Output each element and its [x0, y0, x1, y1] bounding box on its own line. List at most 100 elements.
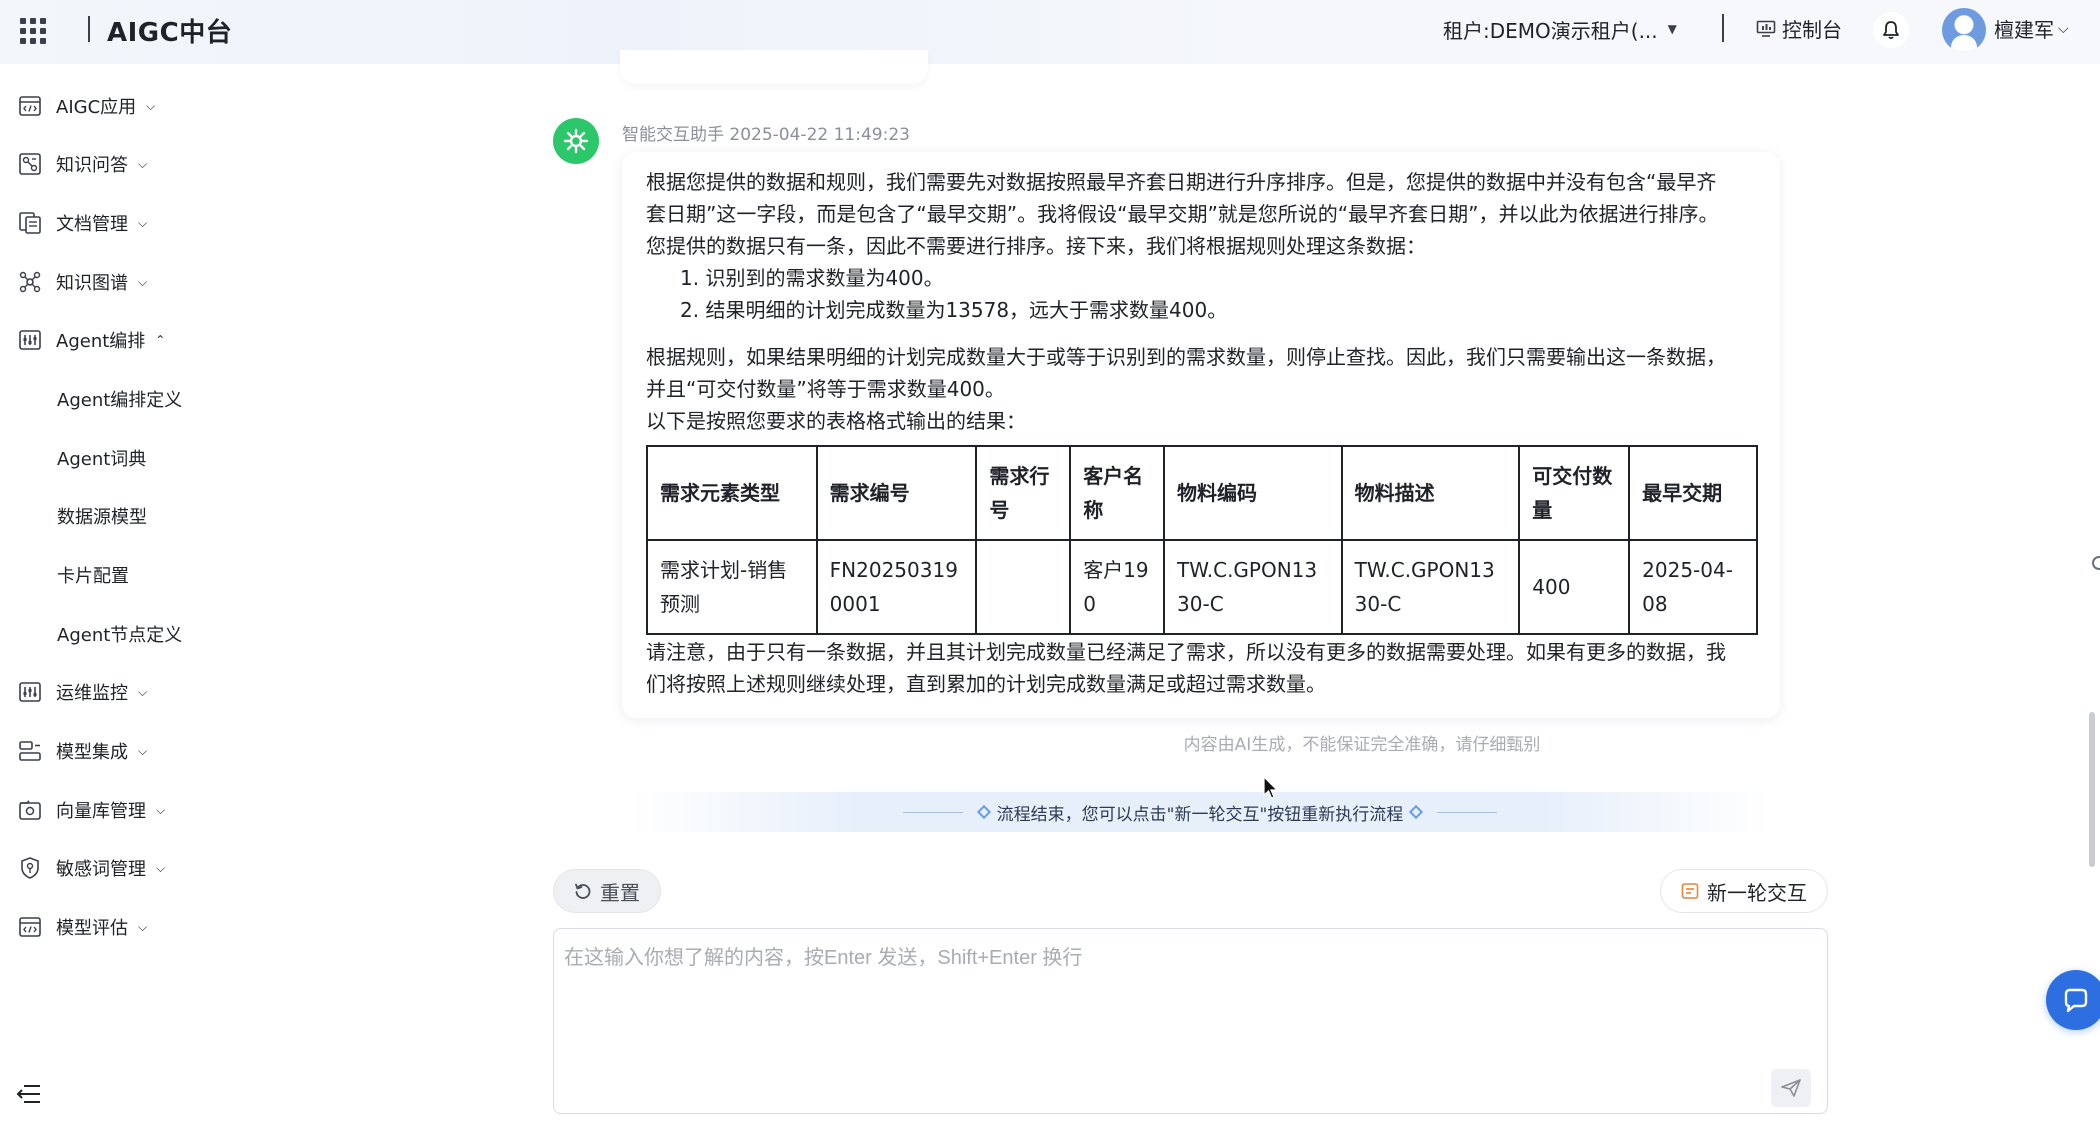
message-timestamp: 2025-04-22 11:49:23: [729, 125, 910, 145]
column-header: 最早交期: [1628, 445, 1758, 541]
sidebar-item-vector-db[interactable]: 向量库管理 ⌵: [18, 792, 165, 828]
sidebar-item-label: 运维监控: [56, 683, 128, 704]
message-text: 套日期”这一字段，而是包含了“最早交期”。我将假设“最早交期”就是您所说的“最早…: [646, 202, 1719, 226]
tenant-selector[interactable]: 租户:DEMO演示租户(... ▼: [1443, 12, 1713, 46]
new-round-label: 新一轮交互: [1707, 880, 1807, 905]
table-cell: TW.C.GPON1330-C: [1163, 539, 1343, 635]
sidebar-item-ops-monitor[interactable]: 运维监控 ⌵: [18, 674, 147, 710]
top-header: AIGC中台 租户:DEMO演示租户(... ▼ 控制台 檀建军 ⌵: [0, 0, 2100, 64]
username-label: 檀建军: [1994, 18, 2054, 42]
column-header: 需求编号: [815, 445, 978, 541]
user-avatar[interactable]: [1942, 8, 1986, 52]
model-icon: [18, 739, 42, 763]
sidebar-item-doc-manage[interactable]: 文档管理 ⌵: [18, 205, 147, 241]
new-round-button[interactable]: 新一轮交互: [1660, 869, 1828, 913]
console-link[interactable]: 控制台: [1756, 14, 1842, 43]
graph-icon: [18, 270, 42, 294]
edge-handle[interactable]: [2092, 556, 2100, 570]
tenant-label: 租户:DEMO演示租户(...: [1443, 18, 1658, 43]
bot-message-bubble: 根据您提供的数据和规则，我们需要先对数据按照最早齐套日期进行升序排序。但是，您提…: [622, 152, 1780, 718]
gear-icon: [563, 128, 589, 154]
send-icon: [1781, 1079, 1801, 1097]
send-button[interactable]: [1771, 1069, 1811, 1107]
user-menu[interactable]: 檀建军 ⌵: [1994, 14, 2069, 43]
header-divider: [88, 16, 90, 42]
sidebar-subitem-datasource-model[interactable]: 数据源模型: [57, 498, 147, 534]
app-root: AIGC中台 租户:DEMO演示租户(... ▼ 控制台 檀建军 ⌵ AIGC应…: [0, 0, 2100, 1129]
console-label: 控制台: [1782, 18, 1842, 42]
ai-disclaimer: 内容由AI生成，不能保证完全准确，请仔细甄别: [1183, 735, 1541, 755]
chevron-down-icon: ⌵: [138, 684, 148, 699]
sidebar-item-label: 知识问答: [56, 155, 128, 176]
reset-button[interactable]: 重置: [553, 869, 661, 913]
chevron-down-icon: ⌵: [138, 215, 148, 230]
diamond-icon: [1409, 804, 1424, 820]
sliders-icon: [18, 328, 42, 352]
chat-scrollbar[interactable]: [2089, 712, 2095, 867]
sidebar-item-model-integration[interactable]: 模型集成 ⌵: [18, 733, 147, 769]
message-meta: 智能交互助手 2025-04-22 11:49:23: [622, 120, 910, 145]
chevron-down-icon: ⌵: [138, 743, 148, 758]
monitor-icon: [18, 680, 42, 704]
sidebar-item-knowledge-graph[interactable]: 知识图谱 ⌵: [18, 264, 147, 300]
collapse-sidebar-icon[interactable]: [16, 1083, 42, 1107]
column-header: 需求元素类型: [646, 445, 818, 541]
divider-line: [902, 811, 963, 813]
mouse-cursor-icon: [1263, 775, 1279, 804]
sidebar-item-aigc-app[interactable]: AIGC应用 ⌵: [18, 88, 155, 124]
chat-input[interactable]: [564, 941, 1804, 1081]
floating-assistant-button[interactable]: [2046, 970, 2100, 1030]
notification-bell-icon[interactable]: [1873, 12, 1909, 48]
sidebar-subitem-agent-node[interactable]: Agent节点定义: [57, 616, 182, 652]
message-text: 根据规则，如果结果明细的计划完成数量大于或等于识别到的需求数量，则停止查找。因此…: [646, 345, 1726, 369]
document-icon: [18, 211, 42, 235]
sidebar-subitem-card-config[interactable]: 卡片配置: [57, 557, 129, 593]
diamond-icon: [976, 804, 991, 820]
sidebar-item-sensitive-words[interactable]: 敏感词管理 ⌵: [18, 850, 165, 886]
sidebar-item-label: 文档管理: [56, 214, 128, 235]
message-text: 以下是按照您要求的表格格式输出的结果：: [646, 409, 1026, 433]
apps-grid-icon[interactable]: [20, 18, 46, 44]
sidebar-subitem-agent-definition[interactable]: Agent编排定义: [57, 381, 182, 417]
sidebar-item-label: 知识图谱: [56, 273, 128, 294]
sidebar-item-knowledge-qa[interactable]: 知识问答 ⌵: [18, 146, 147, 182]
caret-down-icon: ▼: [1667, 22, 1677, 36]
previous-message-bubble: [620, 50, 928, 84]
monitor-icon: [1756, 20, 1776, 37]
bot-avatar: [553, 118, 599, 164]
column-header: 可交付数量: [1518, 445, 1631, 541]
refresh-icon: [575, 883, 591, 899]
chevron-down-icon: ⌵: [138, 274, 148, 289]
column-header: 客户名称: [1069, 445, 1166, 541]
table-row: 需求计划-销售预测 FN202503190001 客户190 TW.C.GPON…: [646, 539, 1758, 635]
message-text: 们将按照上述规则继续处理，直到累加的计划完成数量满足或超过需求数量。: [646, 672, 1326, 696]
sidebar-item-label: 向量库管理: [56, 801, 146, 822]
message-text: 请注意，由于只有一条数据，并且其计划完成数量已经满足了需求，所以没有更多的数据需…: [646, 640, 1726, 664]
table-cell: 需求计划-销售预测: [646, 539, 818, 635]
sidebar-subitem-agent-dictionary[interactable]: Agent词典: [57, 440, 146, 476]
message-text: 您提供的数据只有一条，因此不需要进行排序。接下来，我们将根据规则处理这条数据：: [646, 234, 1426, 258]
sidebar: AIGC应用 ⌵ 知识问答 ⌵ 文档管理 ⌵ 知识图谱 ⌵ Agent编排 ⌃ …: [0, 64, 300, 1129]
column-header: 需求行号: [975, 445, 1072, 541]
chevron-down-icon: ⌵: [138, 919, 148, 934]
chevron-up-icon: ⌃: [155, 333, 166, 347]
chat-input-box: [553, 928, 1828, 1114]
code-window-icon: [18, 94, 42, 118]
table-cell: 400: [1518, 539, 1631, 635]
sidebar-item-model-eval[interactable]: 模型评估 ⌵: [18, 909, 147, 945]
header-separator: [1722, 14, 1724, 42]
flow-end-text: 流程结束，您可以点击"新一轮交互"按钮重新执行流程: [996, 804, 1404, 825]
chevron-down-icon: ⌵: [138, 156, 148, 171]
chevron-down-icon: ⌵: [156, 860, 166, 875]
brand-title: AIGC中台: [107, 18, 233, 48]
table-cell: TW.C.GPON1330-C: [1340, 539, 1521, 635]
list-item: 2. 结果明细的计划完成数量为13578，远大于需求数量400。: [680, 298, 1228, 322]
table-cell: 客户190: [1069, 539, 1166, 635]
table-cell: [975, 539, 1072, 635]
message-text: 根据您提供的数据和规则，我们需要先对数据按照最早齐套日期进行升序排序。但是，您提…: [646, 170, 1717, 194]
sender-name: 智能交互助手: [622, 125, 724, 145]
sidebar-item-label: Agent编排: [56, 331, 146, 352]
sidebar-item-label: 敏感词管理: [56, 859, 146, 880]
column-header: 物料描述: [1340, 445, 1521, 541]
sidebar-item-agent-orchestration[interactable]: Agent编排 ⌃: [18, 322, 165, 358]
